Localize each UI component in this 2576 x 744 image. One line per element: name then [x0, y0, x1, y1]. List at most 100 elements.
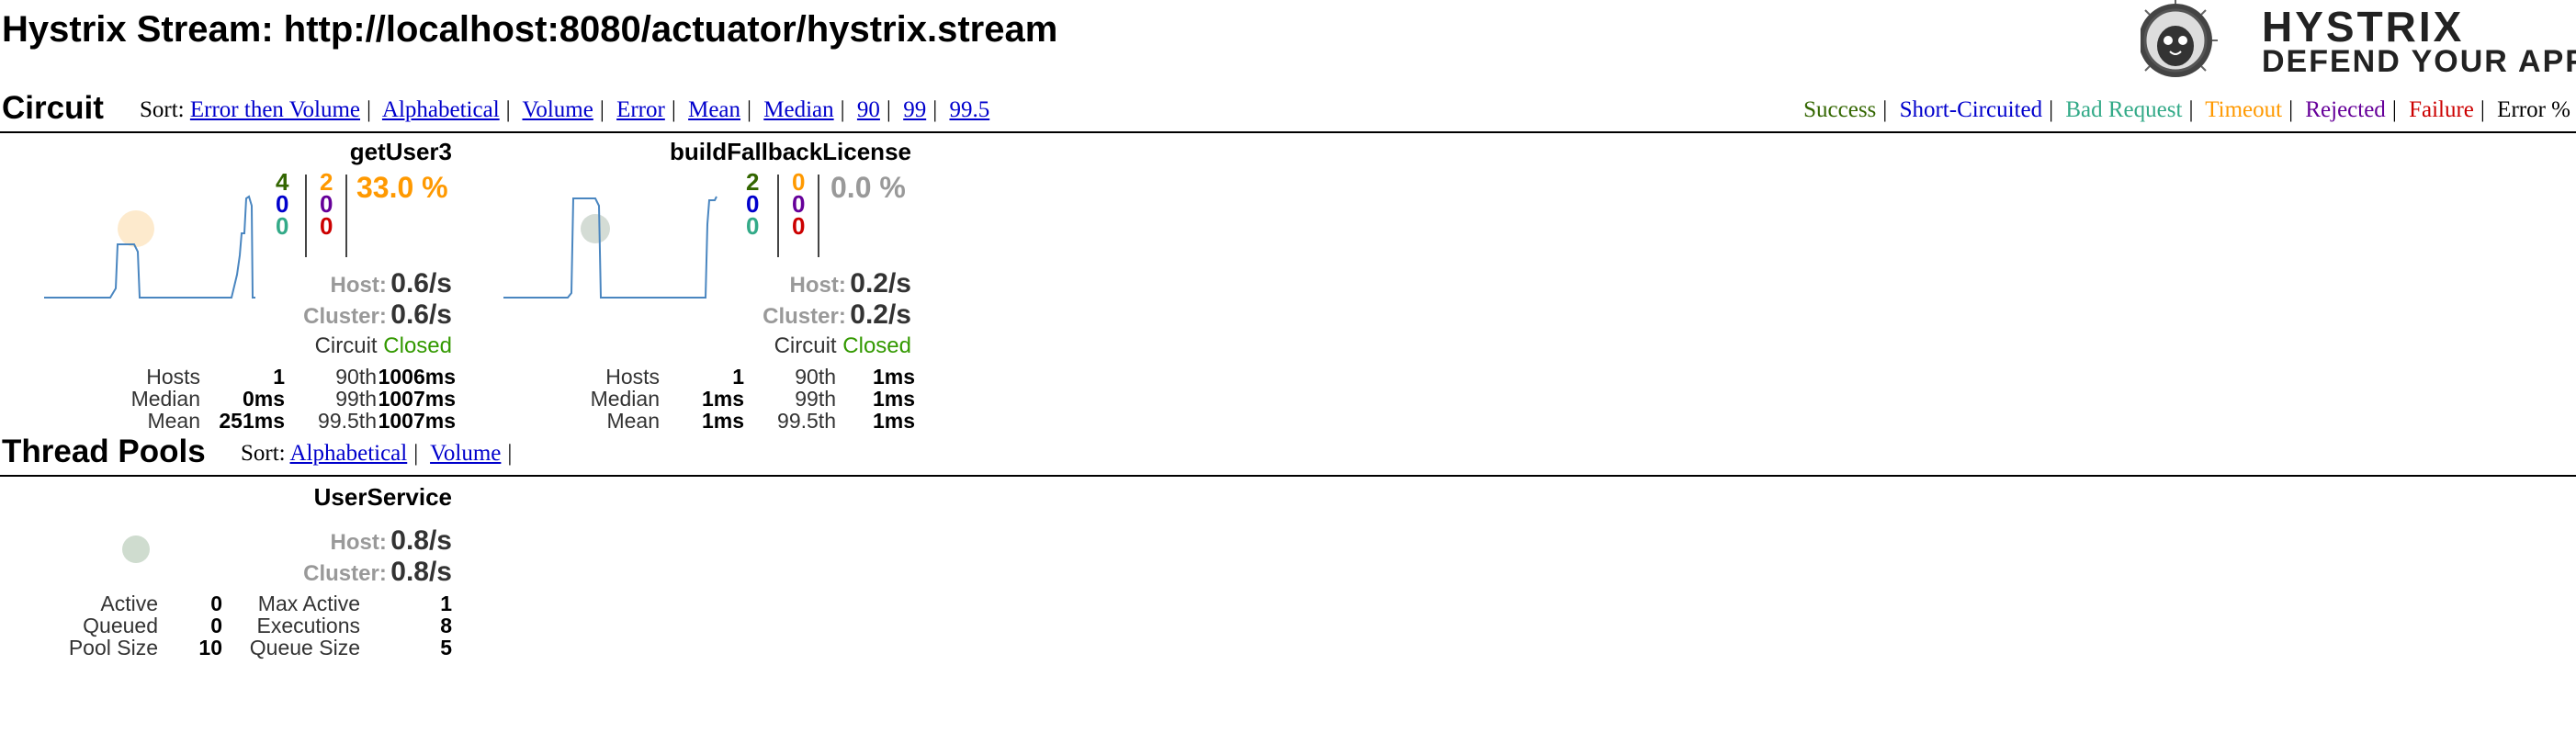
error-percentage: 0.0 % — [830, 171, 906, 204]
legend-bad-request: Bad Request — [2065, 97, 2183, 122]
host-rate-label: Host: — [330, 273, 387, 298]
queued-value: 0 — [210, 614, 222, 637]
sort-label: Sort: — [140, 97, 185, 122]
circuit-status-label: Circuit — [314, 333, 378, 358]
circuit-monitor-getuser3: getUser3 4 0 0 2 0 0 33.0 % Host: 0.6/s … — [0, 138, 459, 436]
cluster-rate-label: Cluster: — [763, 304, 846, 329]
error-percentage: 33.0 % — [356, 171, 448, 204]
counts-col-2: 2 0 0 — [320, 170, 333, 240]
queue-size-value: 5 — [440, 636, 452, 659]
p90-label: 90th — [795, 365, 836, 389]
host-rate-value: 0.8/s — [390, 525, 452, 556]
threadpool-stats: Active 0 Max Active 1 Queued 0 Execution… — [0, 592, 459, 659]
sort-volume-link[interactable]: Volume — [522, 97, 593, 122]
executions-label: Executions — [256, 614, 360, 637]
host-rate-value: 0.6/s — [390, 268, 452, 299]
legend: Success | Short-Circuited | Bad Request | T… — [1803, 97, 2570, 122]
latency-stats: Hosts 1 90th 1ms Median 1ms 99th 1ms Mea… — [459, 365, 919, 433]
host-rate-value: 0.2/s — [850, 268, 911, 299]
logo-tagline: DEFEND YOUR APP — [2262, 44, 2576, 79]
legend-rejected: Rejected — [2305, 97, 2386, 122]
median-value: 1ms — [701, 387, 744, 411]
counts-col-1: 2 0 0 — [746, 170, 760, 240]
tp-sort-volume-link[interactable]: Volume — [430, 441, 501, 466]
counts-col-2: 0 0 0 — [792, 170, 806, 240]
mean-label: Mean — [147, 409, 200, 433]
queued-label: Queued — [83, 614, 158, 637]
sort-error-link[interactable]: Error — [616, 97, 665, 122]
hosts-label: Hosts — [146, 365, 200, 389]
sort-99-link[interactable]: 99 — [903, 97, 926, 122]
hosts-value: 1 — [273, 365, 285, 389]
threadpool-sort-bar: Sort: Alphabetical | Volume | — [241, 441, 513, 466]
sort-error-then-volume-link[interactable]: Error then Volume — [190, 97, 360, 122]
circuit-status-value: Closed — [842, 333, 911, 358]
circuit-sparkline — [44, 195, 255, 299]
max-active-label: Max Active — [257, 592, 360, 615]
legend-failure: Failure — [2409, 97, 2474, 122]
sort-label: Sort: — [241, 441, 286, 466]
circuit-divider — [0, 131, 2576, 133]
hosts-label: Hosts — [605, 365, 660, 389]
median-label: Median — [130, 387, 200, 411]
pool-size-value: 10 — [198, 636, 222, 659]
mean-label: Mean — [606, 409, 660, 433]
p995-label: 99.5th — [777, 409, 836, 433]
cluster-rate-label: Cluster: — [303, 304, 387, 329]
circuit-sparkline — [503, 196, 717, 299]
host-rate-row: Host: 0.6/s — [330, 268, 452, 299]
hosts-value: 1 — [732, 365, 744, 389]
executions-value: 8 — [440, 614, 452, 637]
median-label: Median — [590, 387, 660, 411]
latency-stats: Hosts 1 90th 1006ms Median 0ms 99th 1007… — [0, 365, 459, 433]
cluster-rate-row: Cluster: 0.8/s — [303, 557, 452, 588]
median-value: 0ms — [242, 387, 285, 411]
legend-short-circuited: Short-Circuited — [1899, 97, 2043, 122]
p995-value: 1007ms — [378, 409, 456, 433]
mean-value: 1ms — [701, 409, 744, 433]
circuit-status-value: Closed — [383, 333, 452, 358]
cluster-rate-row: Cluster: 0.2/s — [763, 299, 911, 331]
active-value: 0 — [210, 592, 222, 615]
circuit-status-label: Circuit — [774, 333, 837, 358]
sort-mean-link[interactable]: Mean — [688, 97, 740, 122]
host-rate-label: Host: — [789, 273, 846, 298]
failure-count: 0 — [320, 212, 333, 240]
threadpool-circle — [122, 535, 150, 563]
circuit-name: buildFallbackLicense — [670, 138, 911, 165]
active-label: Active — [100, 592, 158, 615]
sort-99-5-link[interactable]: 99.5 — [949, 97, 989, 122]
count-divider — [777, 175, 779, 257]
host-rate-row: Host: 0.2/s — [789, 268, 911, 299]
threadpool-name: UserService — [313, 483, 452, 511]
queue-size-label: Queue Size — [249, 636, 360, 659]
p99-value: 1007ms — [378, 387, 456, 411]
circuit-status: Circuit Closed — [315, 333, 452, 359]
circuit-monitor-buildfallbacklicense: buildFallbackLicense 2 0 0 0 0 0 0.0 % H… — [459, 138, 919, 436]
mean-value: 251ms — [219, 409, 285, 433]
sort-median-link[interactable]: Median — [763, 97, 833, 122]
p995-label: 99.5th — [318, 409, 377, 433]
bad-request-count: 0 — [276, 212, 289, 240]
cluster-rate-value: 0.2/s — [850, 299, 911, 330]
p90-value: 1006ms — [378, 365, 456, 389]
count-divider — [305, 175, 307, 257]
legend-timeout: Timeout — [2205, 97, 2283, 122]
max-active-value: 1 — [440, 592, 452, 615]
circuit-name: getUser3 — [349, 138, 452, 165]
cluster-rate-row: Cluster: 0.6/s — [303, 299, 452, 331]
cluster-rate-value: 0.8/s — [390, 557, 452, 587]
sort-alphabetical-link[interactable]: Alphabetical — [382, 97, 500, 122]
sort-90-link[interactable]: 90 — [857, 97, 880, 122]
tp-sort-alphabetical-link[interactable]: Alphabetical — [290, 441, 408, 466]
count-divider — [345, 175, 347, 257]
bad-request-count: 0 — [746, 212, 760, 240]
p99-value: 1ms — [872, 387, 915, 411]
page-title: Hystrix Stream: http://localhost:8080/ac… — [2, 9, 1058, 50]
threadpool-monitor-userservice: UserService Host: 0.8/s Cluster: 0.8/s A… — [0, 483, 459, 667]
p995-value: 1ms — [872, 409, 915, 433]
legend-error-pct: Error % — [2497, 97, 2570, 122]
legend-success: Success — [1803, 97, 1877, 122]
failure-count: 0 — [792, 212, 806, 240]
p90-label: 90th — [335, 365, 377, 389]
